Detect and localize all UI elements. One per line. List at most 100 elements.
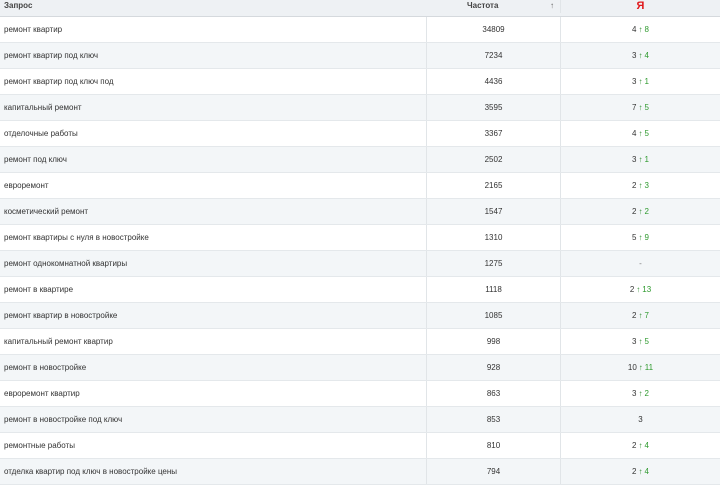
up-arrow-icon: ↑ xyxy=(638,389,643,398)
position-value: 2 xyxy=(632,181,637,190)
query-cell: ремонт однокомнатной квартиры xyxy=(4,259,128,268)
query-cell: ремонтные работы xyxy=(4,441,75,450)
position-cell: 2 ↑ 3 xyxy=(560,173,720,198)
position-value: 3 xyxy=(632,337,637,346)
position-cell: 2 ↑ 4 xyxy=(560,459,720,484)
up-arrow-icon: ↑ xyxy=(638,337,643,346)
query-cell: отделка квартир под ключ в новостройке ц… xyxy=(4,467,178,476)
position-cell: 5 ↑ 9 xyxy=(560,225,720,250)
position-change: 8 xyxy=(644,25,649,34)
frequency-cell: 928 xyxy=(426,355,560,380)
table-row[interactable]: евроремонт 2165 2 ↑ 3 xyxy=(0,173,720,199)
table-row[interactable]: ремонт однокомнатной квартиры 1275 - xyxy=(0,251,720,277)
frequency-cell: 4436 xyxy=(426,69,560,94)
frequency-cell: 1275 xyxy=(426,251,560,276)
position-cell: 3 ↑ 1 xyxy=(560,147,720,172)
table-row[interactable]: ремонт квартир под ключ 7234 3 ↑ 4 xyxy=(0,43,720,69)
table-row[interactable]: евроремонт квартир 863 3 ↑ 2 xyxy=(0,381,720,407)
position-change: 5 xyxy=(644,129,649,138)
position-value: - xyxy=(639,259,642,268)
table-header: Запрос Частота ↑ Я xyxy=(0,0,720,17)
position-value: 10 xyxy=(627,363,637,372)
position-cell: 3 ↑ 1 xyxy=(560,69,720,94)
position-cell: 2 ↑ 7 xyxy=(560,303,720,328)
query-cell: ремонт в новостройке под ключ xyxy=(4,415,123,424)
table-row[interactable]: ремонт в квартире 1118 2 ↑ 13 xyxy=(0,277,720,303)
up-arrow-icon: ↑ xyxy=(638,207,643,216)
table-row[interactable]: ремонт в новостройке 928 10 ↑ 11 xyxy=(0,355,720,381)
frequency-cell: 998 xyxy=(426,329,560,354)
position-change: 5 xyxy=(644,103,649,112)
table-row[interactable]: отделочные работы 3367 4 ↑ 5 xyxy=(0,121,720,147)
table-row[interactable]: капитальный ремонт 3595 7 ↑ 5 xyxy=(0,95,720,121)
table-row[interactable]: капитальный ремонт квартир 998 3 ↑ 5 xyxy=(0,329,720,355)
up-arrow-icon: ↑ xyxy=(638,441,643,450)
up-arrow-icon: ↑ xyxy=(638,181,643,190)
table-row[interactable]: ремонт в новостройке под ключ 853 3 xyxy=(0,407,720,433)
query-cell: евроремонт xyxy=(4,181,49,190)
frequency-cell: 794 xyxy=(426,459,560,484)
column-header-query[interactable]: Запрос xyxy=(0,0,426,11)
frequency-cell: 1310 xyxy=(426,225,560,250)
position-cell: 2 ↑ 2 xyxy=(560,199,720,224)
table-row[interactable]: ремонт квартир в новостройке 1085 2 ↑ 7 xyxy=(0,303,720,329)
position-value: 4 xyxy=(632,25,637,34)
query-cell: капитальный ремонт xyxy=(4,103,82,112)
query-cell: ремонт в новостройке xyxy=(4,363,87,372)
table-row[interactable]: ремонт квартиры с нуля в новостройке 1310… xyxy=(0,225,720,251)
query-cell: отделочные работы xyxy=(4,129,78,138)
query-cell: ремонт квартир xyxy=(4,25,63,34)
position-change: 1 xyxy=(644,155,649,164)
up-arrow-icon: ↑ xyxy=(638,77,643,86)
frequency-label: Частота xyxy=(467,1,499,10)
position-cell: 2 ↑ 13 xyxy=(560,277,720,302)
table-body: ремонт квартир 34809 4 ↑ 8 ремонт квартир под… xyxy=(0,17,720,485)
query-cell: ремонт квартир под ключ под xyxy=(4,77,114,86)
frequency-cell: 2502 xyxy=(426,147,560,172)
table-row[interactable]: ремонтные работы 810 2 ↑ 4 xyxy=(0,433,720,459)
table-row[interactable]: косметический ремонт 1547 2 ↑ 2 xyxy=(0,199,720,225)
up-arrow-icon: ↑ xyxy=(638,25,643,34)
position-change: 1 xyxy=(644,77,649,86)
position-value: 2 xyxy=(632,207,637,216)
query-cell: евроремонт квартир xyxy=(4,389,80,398)
frequency-cell: 7234 xyxy=(426,43,560,68)
position-value: 5 xyxy=(632,233,637,242)
position-change: 9 xyxy=(644,233,649,242)
position-change: 4 xyxy=(644,51,649,60)
position-value: 3 xyxy=(632,77,637,86)
position-value: 2 xyxy=(629,285,635,294)
position-change: 2 xyxy=(644,207,649,216)
table-row[interactable]: ремонт под ключ 2502 3 ↑ 1 xyxy=(0,147,720,173)
position-change: 4 xyxy=(644,467,649,476)
sort-arrow-icon[interactable]: ↑ xyxy=(550,0,554,11)
position-change: 4 xyxy=(644,441,649,450)
frequency-cell: 863 xyxy=(426,381,560,406)
position-cell: 2 ↑ 4 xyxy=(560,433,720,458)
query-cell: ремонт квартиры с нуля в новостройке xyxy=(4,233,149,242)
up-arrow-icon: ↑ xyxy=(638,129,643,138)
query-cell: ремонт под ключ xyxy=(4,155,67,164)
table-row[interactable]: ремонт квартир 34809 4 ↑ 8 xyxy=(0,17,720,43)
position-change: 13 xyxy=(642,285,652,294)
position-value: 3 xyxy=(632,51,637,60)
position-cell: 7 ↑ 5 xyxy=(560,95,720,120)
query-cell: капитальный ремонт квартир xyxy=(4,337,113,346)
frequency-cell: 853 xyxy=(426,407,560,432)
frequency-cell: 34809 xyxy=(426,17,560,42)
up-arrow-icon: ↑ xyxy=(638,363,643,372)
frequency-cell: 3367 xyxy=(426,121,560,146)
position-value: 4 xyxy=(632,129,637,138)
position-change: 3 xyxy=(644,181,649,190)
frequency-cell: 1085 xyxy=(426,303,560,328)
position-change: 7 xyxy=(644,311,649,320)
column-header-yandex[interactable]: Я xyxy=(560,0,720,13)
position-value: 3 xyxy=(632,155,637,164)
table-row[interactable]: ремонт квартир под ключ под 4436 3 ↑ 1 xyxy=(0,69,720,95)
table-row[interactable]: отделка квартир под ключ в новостройке ц… xyxy=(0,459,720,485)
frequency-cell: 810 xyxy=(426,433,560,458)
frequency-cell: 1118 xyxy=(426,277,560,302)
position-change: 11 xyxy=(644,363,654,372)
up-arrow-icon: ↑ xyxy=(638,311,643,320)
query-cell: косметический ремонт xyxy=(4,207,89,216)
